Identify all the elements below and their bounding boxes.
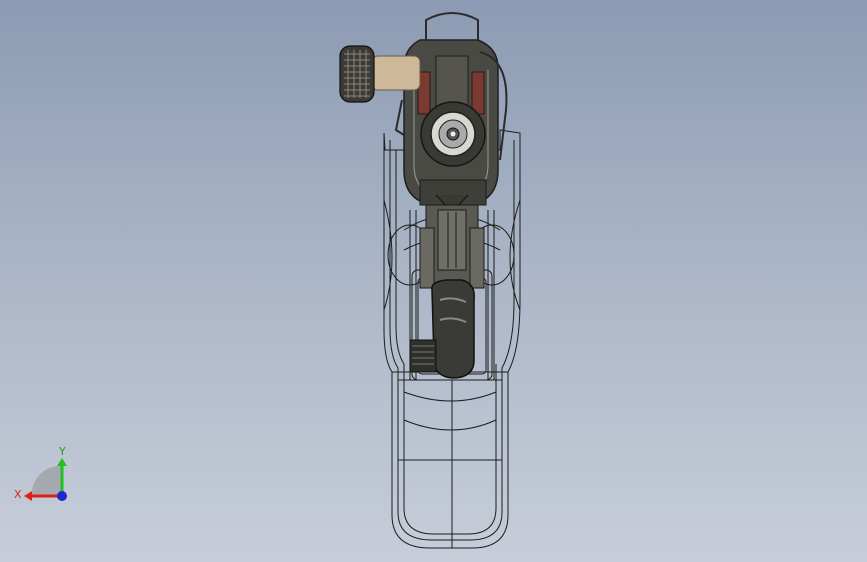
pistol-assembly-model[interactable] <box>0 0 867 562</box>
x-axis-label: X <box>14 488 22 501</box>
internal-mechanism <box>419 204 485 289</box>
z-axis-dot <box>57 491 67 501</box>
coordinate-triad[interactable]: X Y <box>10 440 80 510</box>
cad-graphics-viewport[interactable]: X Y <box>0 0 867 562</box>
x-axis-arrow <box>24 491 32 501</box>
triad-plane-fan <box>31 465 62 496</box>
y-axis-label: Y <box>58 445 66 458</box>
slide-assembly <box>394 12 508 213</box>
y-axis-arrow <box>57 458 67 466</box>
hammer-part <box>409 279 475 379</box>
